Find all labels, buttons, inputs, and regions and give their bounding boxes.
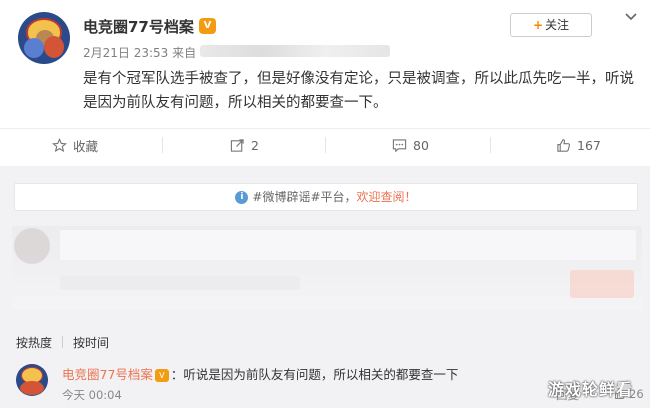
watermark: 游戏轮鲜看 [548, 380, 634, 399]
follow-label: 关注 [545, 18, 570, 32]
thumbs-up-icon [557, 138, 571, 152]
info-icon: i [235, 191, 249, 204]
divider [162, 137, 163, 153]
rumor-link[interactable]: 欢迎查阅！ [357, 190, 417, 204]
weibo-post: 电竞圈77号档案 V 2月21日 23:53 来自 + 关注 是有个冠军队选手被查… [0, 0, 650, 122]
repost-button[interactable]: 2 [230, 135, 259, 155]
author-name[interactable]: 电竞圈77号档案 [83, 16, 194, 37]
vip-badge-icon: V [199, 18, 216, 34]
divider [325, 137, 326, 153]
commenter-avatar[interactable] [16, 364, 48, 396]
commenter-name[interactable]: 电竞圈77号档案 [62, 367, 153, 382]
comment-sort: 按热度 按时间 [16, 334, 119, 351]
comment-input[interactable] [60, 230, 636, 260]
avatar-pup-shape [20, 381, 44, 395]
post-content: 是有个冠军队选手被查了，但是好像没有定论，只是被调查，所以此瓜先吃一半，听说是因… [83, 71, 634, 111]
avatar-pup-shape [24, 38, 44, 58]
author-avatar[interactable] [18, 12, 70, 64]
like-button[interactable]: 167 [556, 135, 601, 155]
blurred-source [200, 45, 390, 57]
divider [490, 137, 491, 153]
like-count: 167 [577, 137, 601, 153]
repost-icon [230, 138, 244, 152]
action-bar: 收藏 2 80 167 [0, 128, 650, 160]
comment-count: 80 [413, 137, 429, 153]
comments-panel: i #微博辟谣#平台，欢迎查阅！ 按热度 按时间 电竞圈77号档案 V ：听说是因为前… [0, 166, 650, 408]
avatar-pup-shape [44, 36, 64, 58]
follow-button[interactable]: + 关注 [510, 13, 592, 37]
my-avatar [14, 228, 50, 264]
comment-text: ：听说是因为前队友有问题，所以相关的都要查一下 [170, 367, 459, 382]
rumor-notice[interactable]: i #微博辟谣#平台，欢迎查阅！ [14, 183, 638, 211]
post-meta: 2月21日 23:53 来自 [83, 46, 197, 60]
comment-submit-button[interactable] [570, 270, 634, 298]
plus-icon: + [532, 18, 544, 32]
vip-badge-icon: V [154, 369, 169, 382]
rumor-text: #微博辟谣#平台， [252, 190, 357, 204]
favorite-button[interactable]: 收藏 [52, 135, 98, 155]
comment-icon [392, 138, 407, 152]
sort-by-time[interactable]: 按时间 [73, 334, 109, 351]
repost-count: 2 [251, 137, 259, 153]
sort-by-hot[interactable]: 按热度 [16, 334, 52, 351]
chevron-down-icon[interactable] [624, 10, 638, 24]
composer-toolbar [60, 276, 300, 290]
comment-button[interactable]: 80 [392, 135, 429, 155]
star-icon [52, 137, 67, 152]
divider [62, 336, 64, 348]
comment-time: 今天 00:04 [62, 388, 122, 402]
favorite-label: 收藏 [73, 138, 99, 154]
comment-line: 电竞圈77号档案 V ：听说是因为前队友有问题，所以相关的都要查一下 [62, 364, 458, 383]
